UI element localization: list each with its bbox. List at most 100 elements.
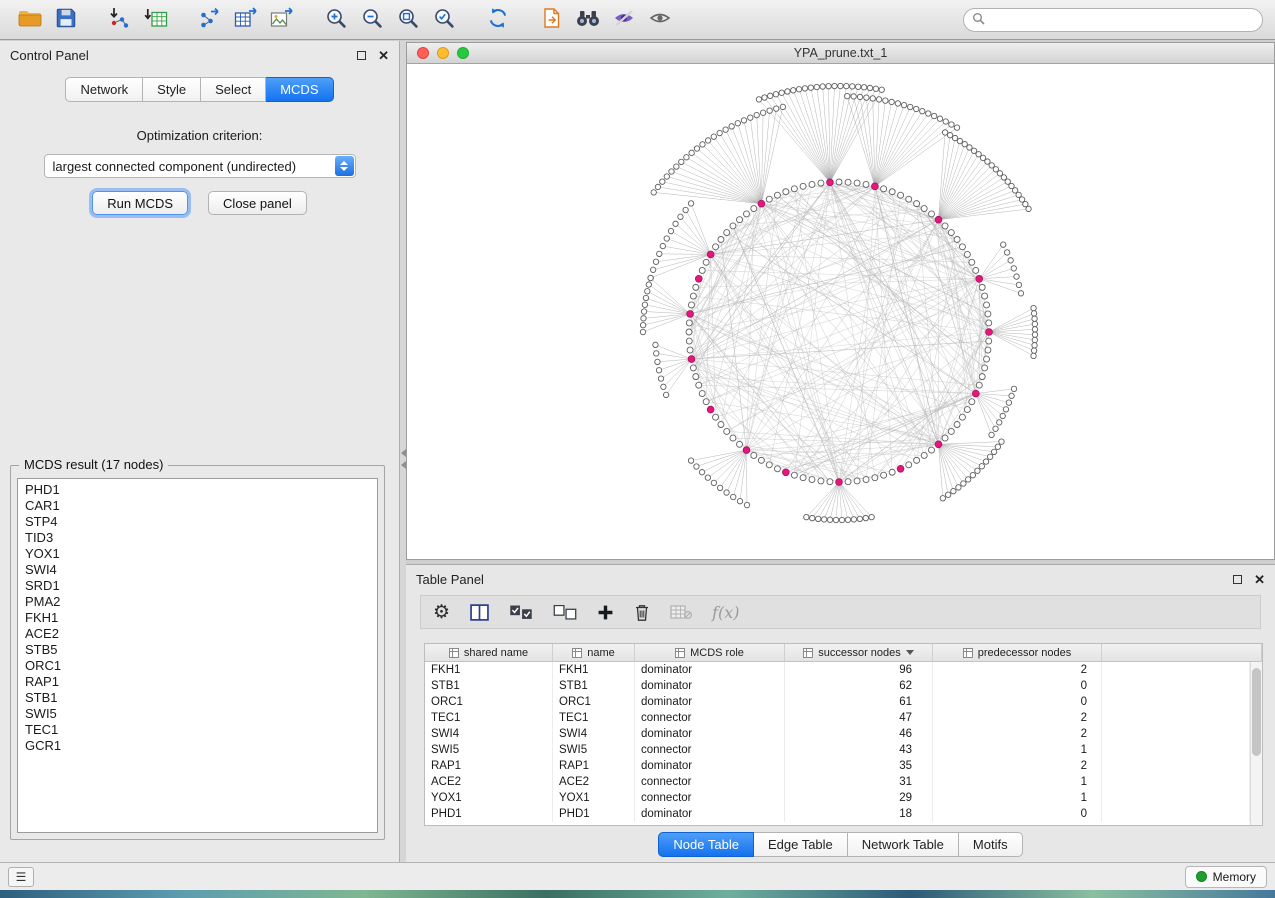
table-body[interactable]: FKH1FKH1dominator962STB1STB1dominator620… — [425, 662, 1250, 825]
table-cell[interactable]: STB1 — [553, 678, 635, 694]
table-cell[interactable]: YOX1 — [425, 790, 553, 806]
table-cell[interactable]: 1 — [933, 742, 1102, 758]
table-cell[interactable]: ORC1 — [425, 694, 553, 710]
hide-filter-button[interactable] — [606, 4, 642, 36]
table-cell[interactable]: connector — [635, 742, 785, 758]
table-row[interactable]: TEC1TEC1connector472 — [425, 710, 1250, 726]
copy-document-button[interactable] — [534, 4, 570, 36]
mcds-result-item[interactable]: SRD1 — [18, 578, 377, 594]
table-cell[interactable]: dominator — [635, 758, 785, 774]
export-image-button[interactable] — [264, 4, 300, 36]
table-cell[interactable]: 61 — [785, 694, 933, 710]
mcds-result-item[interactable]: SWI5 — [18, 706, 377, 722]
network-window-titlebar[interactable]: YPA_prune.txt_1 — [407, 43, 1274, 64]
table-row[interactable]: FKH1FKH1dominator962 — [425, 662, 1250, 678]
zoom-in-button[interactable] — [318, 4, 354, 36]
table-cell[interactable]: connector — [635, 790, 785, 806]
table-cell[interactable]: 1 — [933, 774, 1102, 790]
import-table-button[interactable] — [138, 4, 174, 36]
table-cell[interactable]: 2 — [933, 662, 1102, 678]
tab-edge-table[interactable]: Edge Table — [754, 832, 848, 857]
show-columns-icon[interactable] — [470, 604, 489, 621]
float-panel-icon[interactable] — [357, 51, 366, 60]
table-cell[interactable]: RAP1 — [553, 758, 635, 774]
table-row[interactable]: RAP1RAP1dominator352 — [425, 758, 1250, 774]
table-cell[interactable]: 29 — [785, 790, 933, 806]
float-table-panel-icon[interactable] — [1233, 575, 1242, 584]
add-column-icon[interactable] — [597, 604, 614, 621]
table-cell[interactable]: dominator — [635, 662, 785, 678]
mcds-result-item[interactable]: STB1 — [18, 690, 377, 706]
select-all-icon[interactable] — [509, 605, 533, 620]
mcds-result-item[interactable]: CAR1 — [18, 498, 377, 514]
mcds-result-list[interactable]: PHD1CAR1STP4TID3YOX1SWI4SRD1PMA2FKH1ACE2… — [17, 478, 378, 833]
mcds-result-item[interactable]: FKH1 — [18, 610, 377, 626]
column-header-predecessor-nodes[interactable]: predecessor nodes — [933, 644, 1102, 662]
mcds-result-item[interactable]: STB5 — [18, 642, 377, 658]
table-row[interactable]: PHD1PHD1dominator180 — [425, 806, 1250, 822]
close-panel-icon[interactable]: ✕ — [378, 49, 389, 62]
table-cell[interactable]: TEC1 — [553, 710, 635, 726]
table-cell[interactable]: 43 — [785, 742, 933, 758]
zoom-fit-button[interactable] — [390, 4, 426, 36]
search-neighbors-button[interactable] — [570, 4, 606, 36]
zoom-selected-button[interactable] — [426, 4, 462, 36]
tab-network-table[interactable]: Network Table — [848, 832, 959, 857]
open-session-button[interactable] — [12, 4, 48, 36]
table-row[interactable]: STB1STB1dominator620 — [425, 678, 1250, 694]
column-header-name[interactable]: name — [553, 644, 635, 662]
memory-button[interactable]: Memory — [1185, 866, 1267, 888]
mcds-result-item[interactable]: ORC1 — [18, 658, 377, 674]
mcds-result-item[interactable]: YOX1 — [18, 546, 377, 562]
table-row[interactable]: YOX1YOX1connector291 — [425, 790, 1250, 806]
window-maximize-icon[interactable] — [457, 47, 469, 59]
table-cell[interactable]: SWI4 — [553, 726, 635, 742]
mcds-result-item[interactable]: STP4 — [18, 514, 377, 530]
table-cell[interactable]: ORC1 — [553, 694, 635, 710]
tab-style[interactable]: Style — [143, 77, 201, 102]
table-cell[interactable]: SWI4 — [425, 726, 553, 742]
import-network-button[interactable] — [102, 4, 138, 36]
mcds-result-item[interactable]: SWI4 — [18, 562, 377, 578]
table-cell[interactable]: 0 — [933, 694, 1102, 710]
table-cell[interactable]: PHD1 — [425, 806, 553, 822]
table-cell[interactable]: connector — [635, 774, 785, 790]
close-panel-button[interactable]: Close panel — [208, 191, 307, 215]
export-network-button[interactable] — [192, 4, 228, 36]
table-cell[interactable]: 0 — [933, 678, 1102, 694]
status-menu-button[interactable]: ☰ — [8, 867, 34, 887]
table-row[interactable]: ORC1ORC1dominator610 — [425, 694, 1250, 710]
export-table-button[interactable] — [228, 4, 264, 36]
mcds-result-item[interactable]: PMA2 — [18, 594, 377, 610]
table-cell[interactable]: PHD1 — [553, 806, 635, 822]
delete-column-icon[interactable] — [634, 603, 650, 622]
table-row[interactable]: SWI5SWI5connector431 — [425, 742, 1250, 758]
table-cell[interactable]: 2 — [933, 726, 1102, 742]
table-cell[interactable]: ACE2 — [425, 774, 553, 790]
table-cell[interactable]: 2 — [933, 758, 1102, 774]
close-table-panel-icon[interactable]: ✕ — [1254, 573, 1265, 586]
mcds-result-item[interactable]: ACE2 — [18, 626, 377, 642]
column-header-shared-name[interactable]: shared name — [425, 644, 553, 662]
table-cell[interactable]: 96 — [785, 662, 933, 678]
table-cell[interactable]: 47 — [785, 710, 933, 726]
table-cell[interactable]: 0 — [933, 806, 1102, 822]
deselect-all-icon[interactable] — [553, 605, 577, 620]
mcds-result-item[interactable]: GCR1 — [18, 738, 377, 754]
network-canvas[interactable] — [407, 64, 1274, 559]
table-cell[interactable]: YOX1 — [553, 790, 635, 806]
column-header-mcds-role[interactable]: MCDS role — [635, 644, 785, 662]
show-hide-button[interactable] — [642, 4, 678, 36]
mcds-result-item[interactable]: RAP1 — [18, 674, 377, 690]
table-cell[interactable]: 35 — [785, 758, 933, 774]
scrollbar-thumb[interactable] — [1252, 668, 1261, 756]
table-settings-gear-icon[interactable]: ⚙ — [433, 603, 450, 622]
mcds-result-item[interactable]: TID3 — [18, 530, 377, 546]
run-mcds-button[interactable]: Run MCDS — [92, 191, 188, 215]
table-cell[interactable]: 1 — [933, 790, 1102, 806]
mcds-result-item[interactable]: TEC1 — [18, 722, 377, 738]
table-scrollbar[interactable] — [1250, 662, 1262, 825]
table-cell[interactable]: dominator — [635, 726, 785, 742]
table-cell[interactable]: FKH1 — [425, 662, 553, 678]
tab-select[interactable]: Select — [201, 77, 266, 102]
